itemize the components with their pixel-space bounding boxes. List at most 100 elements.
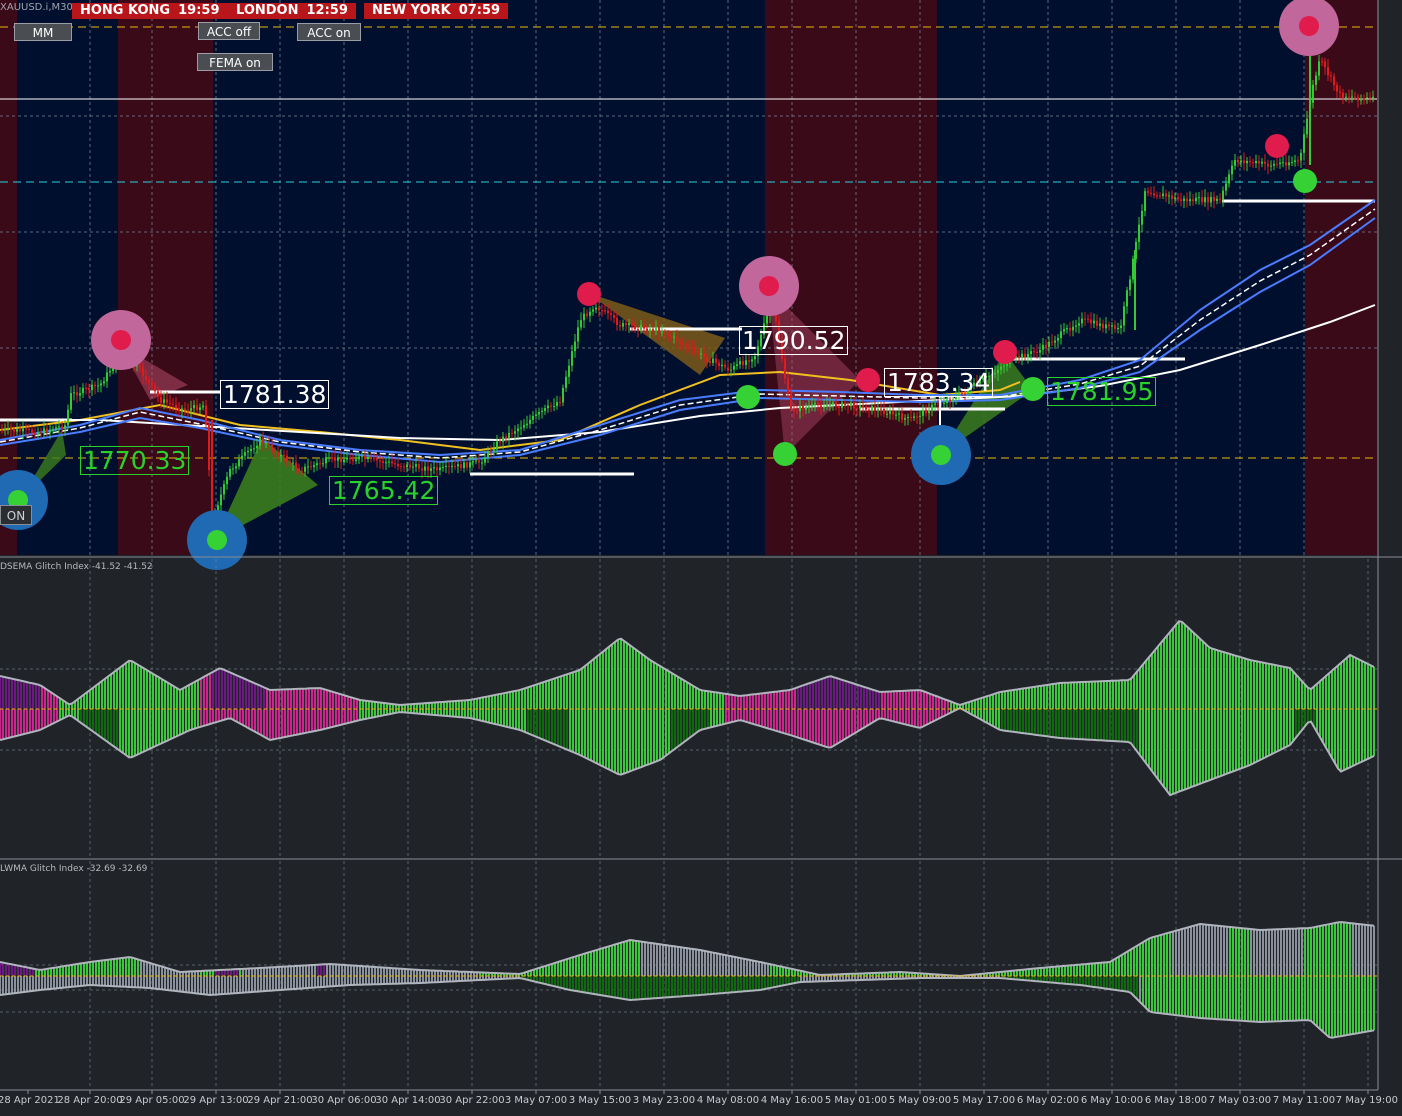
- candle-body: [1186, 198, 1188, 202]
- candle-body: [676, 336, 678, 342]
- time-axis-label: 3 May 15:00: [568, 1095, 632, 1106]
- candle-body: [271, 444, 273, 451]
- candle-body: [79, 393, 81, 396]
- candle-body: [73, 392, 75, 394]
- candle-body: [451, 466, 453, 468]
- acc-off-button[interactable]: ACC off: [198, 22, 260, 40]
- candle-body: [607, 310, 609, 314]
- buy-dot: [1293, 169, 1317, 193]
- candle-body: [76, 392, 78, 396]
- candle-body: [1318, 61, 1320, 76]
- candle-body: [859, 405, 861, 409]
- candle-body: [1183, 198, 1185, 202]
- candle-body: [541, 411, 543, 413]
- buy-dot: [736, 385, 760, 409]
- candle-body: [1228, 174, 1230, 184]
- candle-body: [13, 430, 15, 432]
- candle-body: [598, 307, 600, 311]
- candle-body: [784, 358, 786, 379]
- candle-body: [187, 410, 189, 412]
- candle-body: [466, 462, 468, 468]
- on-toggle-button[interactable]: ON: [0, 505, 32, 525]
- candle-body: [412, 466, 414, 468]
- lwma-indicator-label: LWMA Glitch Index -32.69 -32.69: [0, 864, 148, 874]
- candle-body: [1132, 258, 1134, 280]
- acc-on-button[interactable]: ACC on: [297, 23, 361, 41]
- price-label: 1781.38: [220, 380, 330, 409]
- candle-body: [721, 364, 723, 367]
- candle-body: [529, 419, 531, 424]
- candle-body: [34, 432, 36, 435]
- candle-body: [352, 459, 354, 462]
- candle-body: [724, 364, 726, 368]
- candle-body: [1138, 224, 1140, 242]
- candle-body: [679, 341, 681, 344]
- candle-body: [1018, 355, 1020, 358]
- candle-body: [430, 468, 432, 471]
- time-axis-label: 7 May 19:00: [1335, 1095, 1398, 1106]
- candle-body: [382, 461, 384, 464]
- candle-body: [562, 387, 564, 403]
- candle-body: [1249, 160, 1251, 163]
- candle-body: [1060, 331, 1062, 338]
- candle-body: [100, 383, 102, 386]
- candle-body: [196, 405, 198, 410]
- candle-body: [163, 399, 165, 403]
- time-axis-label: 3 May 07:00: [504, 1095, 568, 1106]
- candle-body: [208, 424, 210, 471]
- candle-body: [103, 381, 105, 384]
- candle-body: [889, 411, 891, 414]
- candle-body: [373, 457, 375, 459]
- candle-body: [916, 416, 918, 418]
- candle-body: [505, 436, 507, 439]
- candle-body: [802, 405, 804, 410]
- candle-body: [1081, 318, 1083, 324]
- candle-body: [811, 404, 813, 407]
- mm-button[interactable]: MM: [14, 23, 72, 41]
- candle-body: [787, 378, 789, 395]
- candle-body: [808, 406, 810, 408]
- candle-body: [1051, 341, 1053, 343]
- candle-body: [883, 408, 885, 414]
- candle-body: [1231, 165, 1233, 175]
- candle-body: [358, 456, 360, 460]
- time-axis-label: 4 May 08:00: [696, 1095, 760, 1106]
- time-axis-label: 30 Apr 14:00: [375, 1095, 441, 1106]
- time-axis-label: 7 May 03:00: [1208, 1095, 1272, 1106]
- candle-body: [1333, 76, 1335, 86]
- candle-body: [484, 457, 486, 463]
- candle-body: [478, 460, 480, 463]
- candle-body: [493, 449, 495, 452]
- candle-body: [1024, 353, 1026, 358]
- candle-body: [1102, 323, 1104, 329]
- candle-body: [871, 406, 873, 411]
- candle-body: [886, 413, 888, 415]
- candle-body: [463, 462, 465, 469]
- candle-body: [418, 464, 420, 469]
- candle-body: [526, 423, 528, 426]
- candle-body: [181, 408, 183, 411]
- candle-body: [766, 315, 768, 324]
- candle-body: [667, 334, 669, 336]
- candle-body: [142, 367, 144, 376]
- fema-on-button[interactable]: FEMA on: [197, 53, 273, 71]
- candle-body: [82, 387, 84, 394]
- chart-canvas[interactable]: [0, 0, 1402, 1116]
- candle-body: [853, 402, 855, 409]
- candle-body: [1339, 91, 1341, 93]
- candle-body: [865, 406, 867, 410]
- candle-body: [1366, 97, 1368, 99]
- candle-body: [1105, 324, 1107, 329]
- candle-body: [1204, 197, 1206, 203]
- candle-body: [1123, 306, 1125, 326]
- candle-body: [640, 325, 642, 331]
- time-axis-label: 5 May 01:00: [824, 1095, 888, 1106]
- candle-body: [262, 437, 264, 444]
- candle-body: [37, 432, 39, 435]
- candle-body: [874, 406, 876, 411]
- candle-body: [1351, 96, 1353, 98]
- candle-body: [322, 463, 324, 465]
- candle-body: [457, 464, 459, 467]
- candle-body: [694, 347, 696, 352]
- time-axis-label: 30 Apr 06:00: [311, 1095, 377, 1106]
